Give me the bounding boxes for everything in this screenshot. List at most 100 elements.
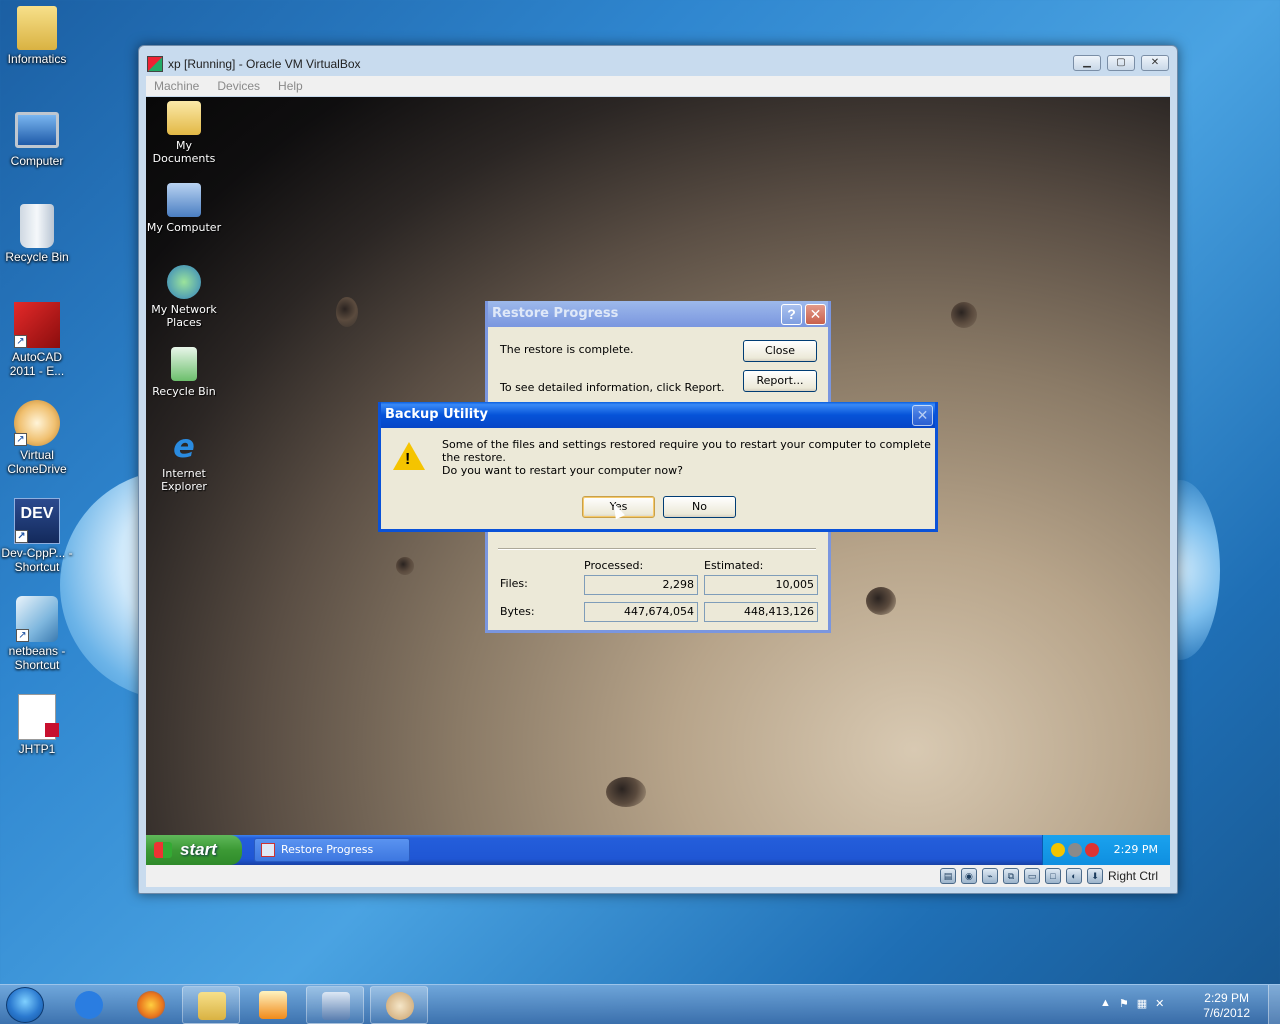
desktop-icon-jhtp1[interactable]: JHTP1: [0, 694, 74, 756]
report-button[interactable]: Report...: [743, 370, 817, 392]
tray-icons: [1051, 843, 1099, 857]
taskbar-internet-explorer[interactable]: [60, 986, 118, 1024]
my-computer-icon: [167, 183, 201, 217]
restart-required-text: Some of the files and settings restored …: [442, 438, 931, 464]
host-tray-icons: ▲ ⚑ ▦ ✕: [1100, 997, 1164, 1010]
clonedrive-icon: ↗: [14, 400, 60, 446]
bytes-label: Bytes:: [500, 605, 535, 618]
start-button[interactable]: start: [146, 835, 242, 865]
security-shield-icon[interactable]: [1051, 843, 1065, 857]
guest-icon-label: My Computer: [146, 221, 222, 234]
backup-titlebar: Backup Utility: [381, 402, 935, 428]
devcpp-icon: DEV ↗: [14, 498, 60, 544]
maximize-button[interactable]: ▢: [1107, 55, 1135, 71]
shortcut-arrow-icon: ↗: [16, 629, 29, 642]
files-estimated-field: 10,005: [704, 575, 818, 595]
network-icon[interactable]: ▦: [1137, 997, 1147, 1010]
taskbar-item-label: Restore Progress: [281, 843, 374, 856]
desktop-icon-informatics[interactable]: Informatics: [0, 6, 74, 66]
action-center-flag-icon[interactable]: ⚑: [1119, 997, 1129, 1010]
backup-utility-dialog: Backup Utility ✕ ! Some of the files and…: [378, 402, 938, 532]
help-button[interactable]: ?: [781, 304, 802, 325]
taskbar-item-restore-progress[interactable]: Restore Progress: [254, 838, 410, 862]
volume-muted-icon[interactable]: ✕: [1155, 997, 1164, 1010]
desktop-icon-netbeans[interactable]: ↗ netbeans - Shortcut: [0, 596, 74, 672]
my-documents-icon: [167, 101, 201, 135]
clock-date: 7/6/2012: [1203, 1006, 1250, 1020]
keyboard-capture-icon[interactable]: ⬇: [1086, 868, 1103, 884]
no-button[interactable]: No: [663, 496, 736, 518]
pdf-icon: [18, 694, 59, 740]
guest-icon-recycle-bin[interactable]: Recycle Bin: [146, 347, 224, 398]
show-hidden-icons-icon[interactable]: ▲: [1100, 997, 1111, 1010]
desktop-icon-autocad[interactable]: ↗ AutoCAD 2011 - E...: [0, 302, 74, 378]
show-desktop-button[interactable]: [1268, 985, 1280, 1024]
bytes-processed-field: 447,674,054: [584, 602, 698, 622]
desktop-icon-label: Computer: [10, 154, 64, 168]
taskbar-media-player[interactable]: [244, 986, 302, 1024]
guest-icon-label: Internet Explorer: [161, 467, 207, 493]
menu-machine[interactable]: Machine: [154, 79, 199, 93]
virtualbox-app-icon: [147, 56, 163, 72]
desktop-icon-computer[interactable]: Computer: [0, 106, 74, 168]
minimize-button[interactable]: ▁: [1073, 55, 1101, 71]
divider: [498, 548, 816, 550]
guest-icon-my-documents[interactable]: My Documents: [146, 101, 224, 165]
media-player-icon: [259, 991, 287, 1019]
desktop-icon-label: Dev-CppP... - Shortcut: [1, 546, 73, 574]
taskbar-paint[interactable]: [370, 986, 428, 1024]
desktop-icon-label: AutoCAD 2011 - E...: [9, 350, 65, 378]
vbox-statusbar: ▤ ◉ ⌁ ⧉ ▭ □ ◐ ⬇ Right Ctrl: [146, 865, 1170, 887]
restore-complete-text: The restore is complete.: [500, 343, 634, 356]
shared-folder-icon[interactable]: ▭: [1023, 868, 1040, 884]
network-icon[interactable]: ⧉: [1002, 868, 1019, 884]
guest-icon-my-computer[interactable]: My Computer: [146, 183, 224, 234]
restore-title: Restore Progress: [492, 306, 619, 321]
moon-crater: [866, 587, 896, 615]
restore-titlebar: Restore Progress: [488, 301, 828, 327]
network-places-icon: [167, 265, 201, 299]
hard-disk-icon[interactable]: ▤: [939, 868, 956, 884]
desktop-icon-recycle-bin[interactable]: Recycle Bin: [0, 204, 74, 264]
desktop-icon-clonedrive[interactable]: ↗ Virtual CloneDrive: [0, 400, 74, 476]
guest-icon-label: My Network Places: [151, 303, 217, 329]
guest-icon-internet-explorer[interactable]: e Internet Explorer: [146, 429, 224, 493]
backup-close-x-button[interactable]: ✕: [912, 405, 933, 426]
optical-drive-icon[interactable]: ◉: [960, 868, 977, 884]
start-orb-icon[interactable]: [6, 987, 44, 1023]
folder-icon: [198, 992, 226, 1020]
host-key-label: Right Ctrl: [1107, 869, 1158, 883]
antivirus-icon[interactable]: [1085, 843, 1099, 857]
firefox-icon: [137, 991, 165, 1019]
window-controls: ▁ ▢ ✕: [1073, 55, 1169, 71]
window-title-text: xp [Running] - Oracle VM VirtualBox: [168, 57, 361, 71]
folder-icon: [17, 6, 57, 50]
capture-icon[interactable]: □: [1044, 868, 1061, 884]
guest-icon-network-places[interactable]: My Network Places: [146, 265, 224, 329]
taskbar-virtualbox[interactable]: [306, 986, 364, 1024]
close-button[interactable]: Close: [743, 340, 817, 362]
menu-devices[interactable]: Devices: [217, 79, 260, 93]
recycle-bin-icon: [20, 204, 54, 248]
taskbar-firefox[interactable]: [122, 986, 180, 1024]
warning-mark: !: [405, 451, 411, 468]
paint-icon: [386, 992, 414, 1020]
restore-close-x-button[interactable]: ✕: [805, 304, 826, 325]
computer-icon: [15, 112, 59, 148]
moon-crater: [396, 557, 414, 575]
desktop-icon-label: Virtual CloneDrive: [7, 448, 67, 476]
guest-system-tray: 2:29 PM: [1042, 835, 1170, 865]
shortcut-arrow-icon: ↗: [14, 335, 27, 348]
guest-screen[interactable]: My Documents My Computer My Network Plac…: [146, 97, 1170, 865]
autocad-icon: ↗: [14, 302, 60, 348]
usb-icon[interactable]: ⌁: [981, 868, 998, 884]
taskbar-windows-explorer[interactable]: [182, 986, 240, 1024]
guest-icon-label: Recycle Bin: [152, 385, 216, 398]
menu-help[interactable]: Help: [278, 79, 303, 93]
vbox-guest-icon[interactable]: [1068, 843, 1082, 857]
host-clock[interactable]: 2:29 PM 7/6/2012: [1203, 991, 1250, 1021]
mouse-integration-icon[interactable]: ◐: [1065, 868, 1082, 884]
desktop-icon-label: netbeans - Shortcut: [8, 644, 66, 672]
desktop-icon-devcpp[interactable]: DEV ↗ Dev-CppP... - Shortcut: [0, 498, 74, 574]
close-button[interactable]: ✕: [1141, 55, 1169, 71]
